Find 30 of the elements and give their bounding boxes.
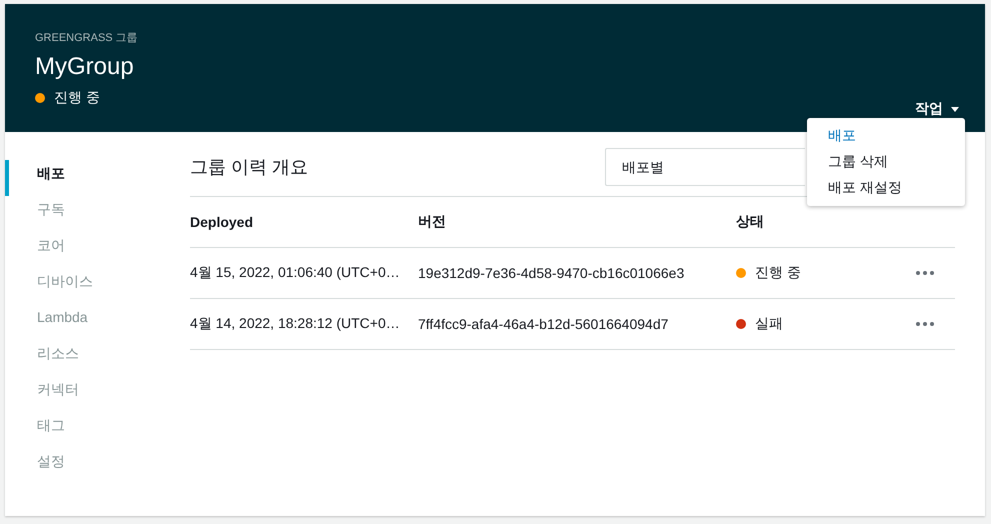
sidebar-item[interactable]: 설정	[5, 448, 190, 484]
sidebar-item[interactable]: Lambda	[5, 304, 190, 340]
column-header: Deployed	[190, 214, 254, 230]
menu-item[interactable]: 배포 재설정	[807, 174, 965, 200]
table-cell-text: 19e312d9-7e36-4d58-9470-cb16c01066e3	[418, 265, 686, 281]
status-label: 진행 중	[755, 264, 801, 282]
actions-button[interactable]: 작업	[915, 100, 959, 118]
sidebar-item[interactable]: 배포	[5, 160, 190, 196]
column-header: 상태	[736, 213, 765, 231]
sidebar-item[interactable]: 구독	[5, 196, 190, 232]
menu-item[interactable]: 그룹 삭제	[807, 148, 965, 174]
status-label: 진행 중	[54, 89, 100, 107]
sidebar-item[interactable]: 코어	[5, 232, 190, 268]
more-icon[interactable]	[916, 322, 934, 326]
sidebar-item[interactable]: 태그	[5, 412, 190, 448]
table-cell-text: 7ff4fcc9-afa4-46a4-b12d-5601664094d7	[418, 316, 670, 332]
table-cell-text: 4월 15, 2022, 01:06:40 (UTC+0…	[190, 264, 401, 282]
menu-item[interactable]: 배포	[807, 122, 965, 148]
sidebar-item[interactable]: 커넥터	[5, 376, 190, 412]
sidebar-item[interactable]: 리소스	[5, 340, 190, 376]
caret-icon	[951, 106, 959, 112]
section-title: 그룹 이력 개요	[190, 156, 308, 179]
sidebar-item[interactable]: 디바이스	[5, 268, 190, 304]
header-overline: GREENGRASS 그룹	[35, 31, 138, 45]
status-label: 실패	[755, 315, 783, 333]
group-title: MyGroup	[35, 53, 135, 81]
filter-select[interactable]: 배포별	[605, 148, 805, 186]
column-header: 버전	[418, 213, 447, 231]
more-icon[interactable]	[916, 271, 934, 275]
table-cell-text: 4월 14, 2022, 18:28:12 (UTC+0…	[190, 315, 401, 333]
